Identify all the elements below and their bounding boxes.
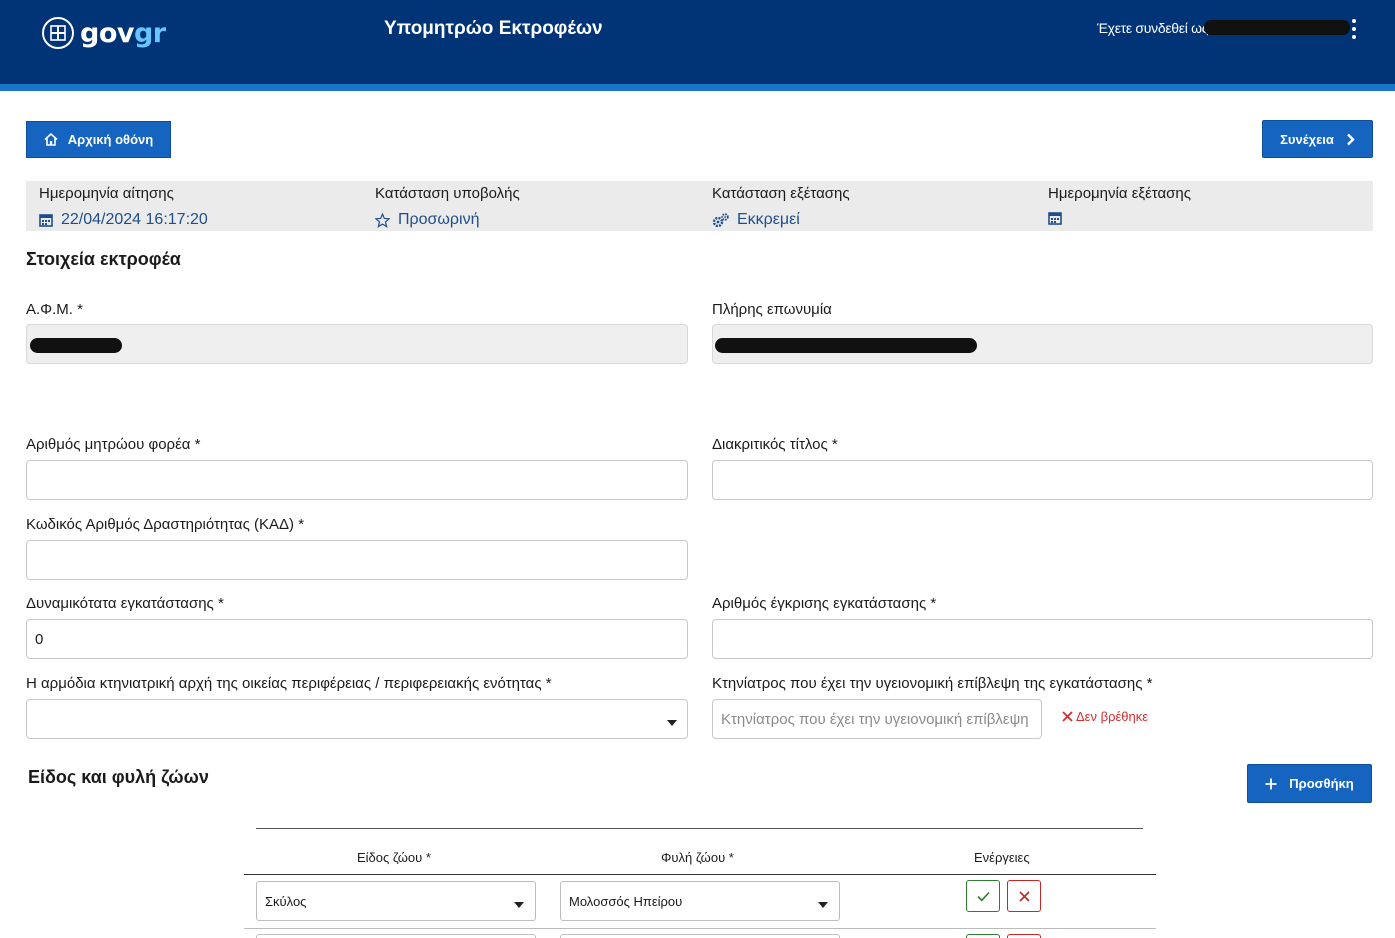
registry-number-input[interactable] bbox=[26, 460, 688, 500]
animals-section-title: Είδος και φυλή ζώων bbox=[28, 767, 209, 787]
cancel-row-button[interactable] bbox=[1007, 880, 1041, 912]
application-date-value: 22/04/2024 16:17:20 bbox=[61, 211, 208, 228]
plus-icon bbox=[1265, 778, 1277, 790]
redacted-full-name bbox=[715, 338, 977, 353]
home-button[interactable]: Αρχική οθόνη bbox=[26, 121, 171, 158]
vet-search-input[interactable]: Κτηνίατρος που έχει την υγειονομική επίβ… bbox=[712, 699, 1042, 739]
vet-authority-label: Η αρμόδια κτηνιατρική αρχή της οικείας π… bbox=[26, 675, 552, 692]
approval-number-label: Αριθμός έγκρισης εγκατάστασης * bbox=[712, 595, 937, 612]
gears-icon bbox=[712, 212, 729, 228]
vet-label: Κτηνίατρος που έχει την υγειονομική επίβ… bbox=[712, 675, 1153, 692]
vet-authority-select[interactable] bbox=[26, 699, 688, 739]
continue-button[interactable]: Συνέχεια bbox=[1262, 120, 1373, 158]
redacted-afm bbox=[30, 338, 122, 353]
home-button-label: Αρχική οθόνη bbox=[67, 132, 154, 147]
cancel-row-button-next[interactable] bbox=[1007, 934, 1041, 938]
govgr-logo[interactable]: govgr bbox=[42, 16, 166, 50]
greek-emblem-icon bbox=[42, 17, 74, 49]
calendar-icon bbox=[39, 213, 53, 227]
vet-search-placeholder: Κτηνίατρος που έχει την υγειονομική επίβ… bbox=[721, 710, 1029, 728]
distinctive-title-input[interactable] bbox=[712, 460, 1373, 500]
logged-in-label: Έχετε συνδεθεί ως bbox=[1097, 20, 1209, 36]
caret-down-icon bbox=[514, 902, 524, 908]
column-header-species: Είδος ζώου * bbox=[357, 850, 431, 865]
star-outline-icon bbox=[375, 212, 390, 228]
approval-number-input[interactable] bbox=[712, 619, 1373, 659]
breeder-section-title: Στοιχεία εκτροφέα bbox=[26, 249, 181, 269]
species-select[interactable]: Σκύλος bbox=[256, 881, 536, 921]
chevron-right-icon bbox=[1346, 133, 1355, 146]
capacity-input[interactable]: 0 bbox=[26, 619, 688, 659]
table-top-border bbox=[256, 828, 1143, 829]
capacity-label: Δυναμικότατα εγκατάστασης * bbox=[26, 595, 224, 612]
table-row-border bbox=[244, 928, 1156, 929]
redacted-username bbox=[1204, 20, 1350, 35]
kad-label: Κωδικός Αριθμός Δραστηριότητας (ΚΑΔ) * bbox=[26, 516, 305, 533]
breed-select-next[interactable] bbox=[560, 934, 840, 938]
check-icon bbox=[976, 891, 990, 902]
column-header-breed: Φυλή ζώου * bbox=[661, 850, 734, 865]
review-status-value: Εκκρεμεί bbox=[737, 211, 800, 228]
afm-label: Α.Φ.Μ. * bbox=[26, 301, 83, 318]
confirm-row-button-next[interactable] bbox=[966, 934, 1000, 938]
vet-not-found-message: Δεν βρέθηκε bbox=[1062, 709, 1148, 724]
close-icon bbox=[1062, 711, 1073, 722]
logo-wordmark: govgr bbox=[80, 17, 166, 49]
kad-input[interactable] bbox=[26, 540, 688, 580]
add-animal-button-label: Προσθήκη bbox=[1289, 776, 1354, 791]
species-select-next[interactable] bbox=[256, 934, 536, 938]
close-icon bbox=[1018, 890, 1030, 902]
table-header-border bbox=[244, 874, 1156, 875]
submission-status-value: Προσωρινή bbox=[398, 211, 480, 228]
application-status-bar: Ημερομηνία αίτησης 22/04/2024 16:17:20 Κ… bbox=[26, 181, 1373, 231]
more-menu-icon[interactable] bbox=[1350, 19, 1358, 39]
full-name-label: Πλήρης επωνυμία bbox=[712, 301, 832, 318]
full-name-field bbox=[712, 324, 1373, 364]
add-animal-button[interactable]: Προσθήκη bbox=[1247, 764, 1372, 803]
caret-down-icon bbox=[667, 720, 677, 726]
calendar-icon bbox=[1048, 211, 1062, 225]
header-accent-stripe bbox=[0, 84, 1395, 91]
species-selected-value: Σκύλος bbox=[265, 893, 307, 909]
caret-down-icon bbox=[818, 902, 828, 908]
page-title: Υπομητρώο Εκτροφέων bbox=[384, 18, 603, 39]
registry-number-label: Αριθμός μητρώου φορέα * bbox=[26, 436, 201, 453]
app-header: govgr Υπομητρώο Εκτροφέων Έχετε συνδεθεί… bbox=[0, 0, 1395, 84]
distinctive-title-label: Διακριτικός τίτλος * bbox=[712, 436, 838, 453]
breed-selected-value: Μολοσσός Ηπείρου bbox=[569, 893, 683, 909]
continue-button-label: Συνέχεια bbox=[1280, 131, 1334, 147]
breed-select[interactable]: Μολοσσός Ηπείρου bbox=[560, 881, 840, 921]
column-header-actions: Ενέργειες bbox=[974, 850, 1030, 865]
afm-field bbox=[26, 324, 688, 364]
confirm-row-button[interactable] bbox=[966, 880, 1000, 912]
home-icon bbox=[44, 133, 58, 146]
